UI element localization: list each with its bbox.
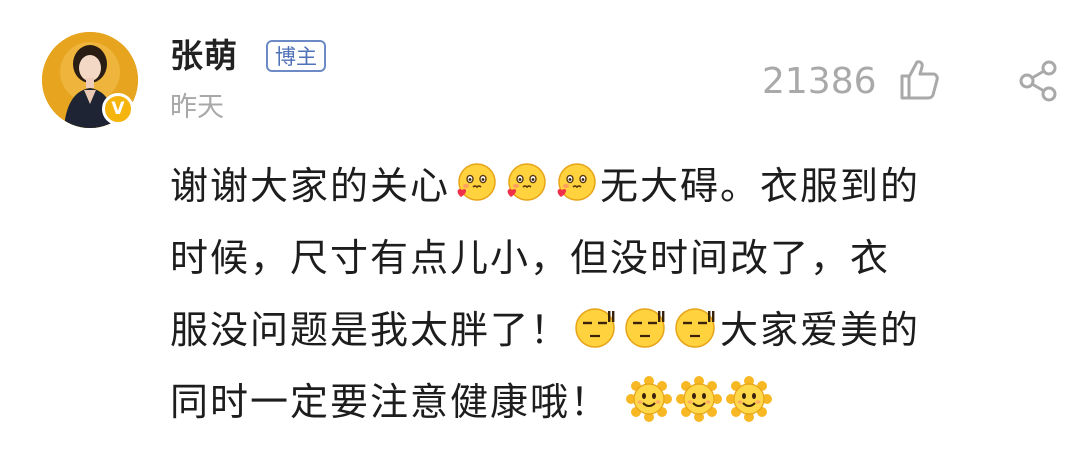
- like-count[interactable]: 21386: [762, 60, 877, 104]
- share-icon[interactable]: [1018, 60, 1058, 106]
- comment-card: V 张萌 博主 昨天 21386 谢谢大家的关心 无大碍。衣服到的 时候，尺寸有点…: [0, 0, 1073, 460]
- sweat-awkward-emoji-icon: [621, 303, 669, 351]
- sun-smile-emoji-icon: [675, 375, 723, 423]
- blogger-badge: 博主: [266, 40, 326, 72]
- sweat-awkward-emoji-icon: [671, 303, 719, 351]
- cute-love-emoji-icon: [451, 159, 499, 207]
- text-segment: 无大碍。衣服到的: [600, 164, 921, 208]
- comment-text: 谢谢大家的关心 无大碍。衣服到的 时候，尺寸有点儿小，但没时间改了，衣 服没问题是…: [170, 150, 1050, 438]
- sun-smile-emoji-icon: [625, 375, 673, 423]
- cute-love-emoji-icon: [501, 159, 549, 207]
- text-segment: 服没问题是我太胖了！: [170, 308, 571, 352]
- sun-smile-emoji-icon: [725, 375, 773, 423]
- cute-love-emoji-icon: [551, 159, 599, 207]
- verified-badge: V: [102, 93, 134, 125]
- comment-time: 昨天: [170, 92, 224, 123]
- author-name[interactable]: 张萌: [170, 34, 238, 78]
- text-segment: 同时一定要注意健康哦！: [170, 380, 611, 424]
- text-segment: 谢谢大家的关心: [170, 164, 451, 208]
- thumbs-up-icon[interactable]: [898, 58, 940, 106]
- text-segment: 大家爱美的: [720, 308, 921, 352]
- text-segment: 时候，尺寸有点儿小，但没时间改了，衣: [170, 236, 891, 280]
- sweat-awkward-emoji-icon: [571, 303, 619, 351]
